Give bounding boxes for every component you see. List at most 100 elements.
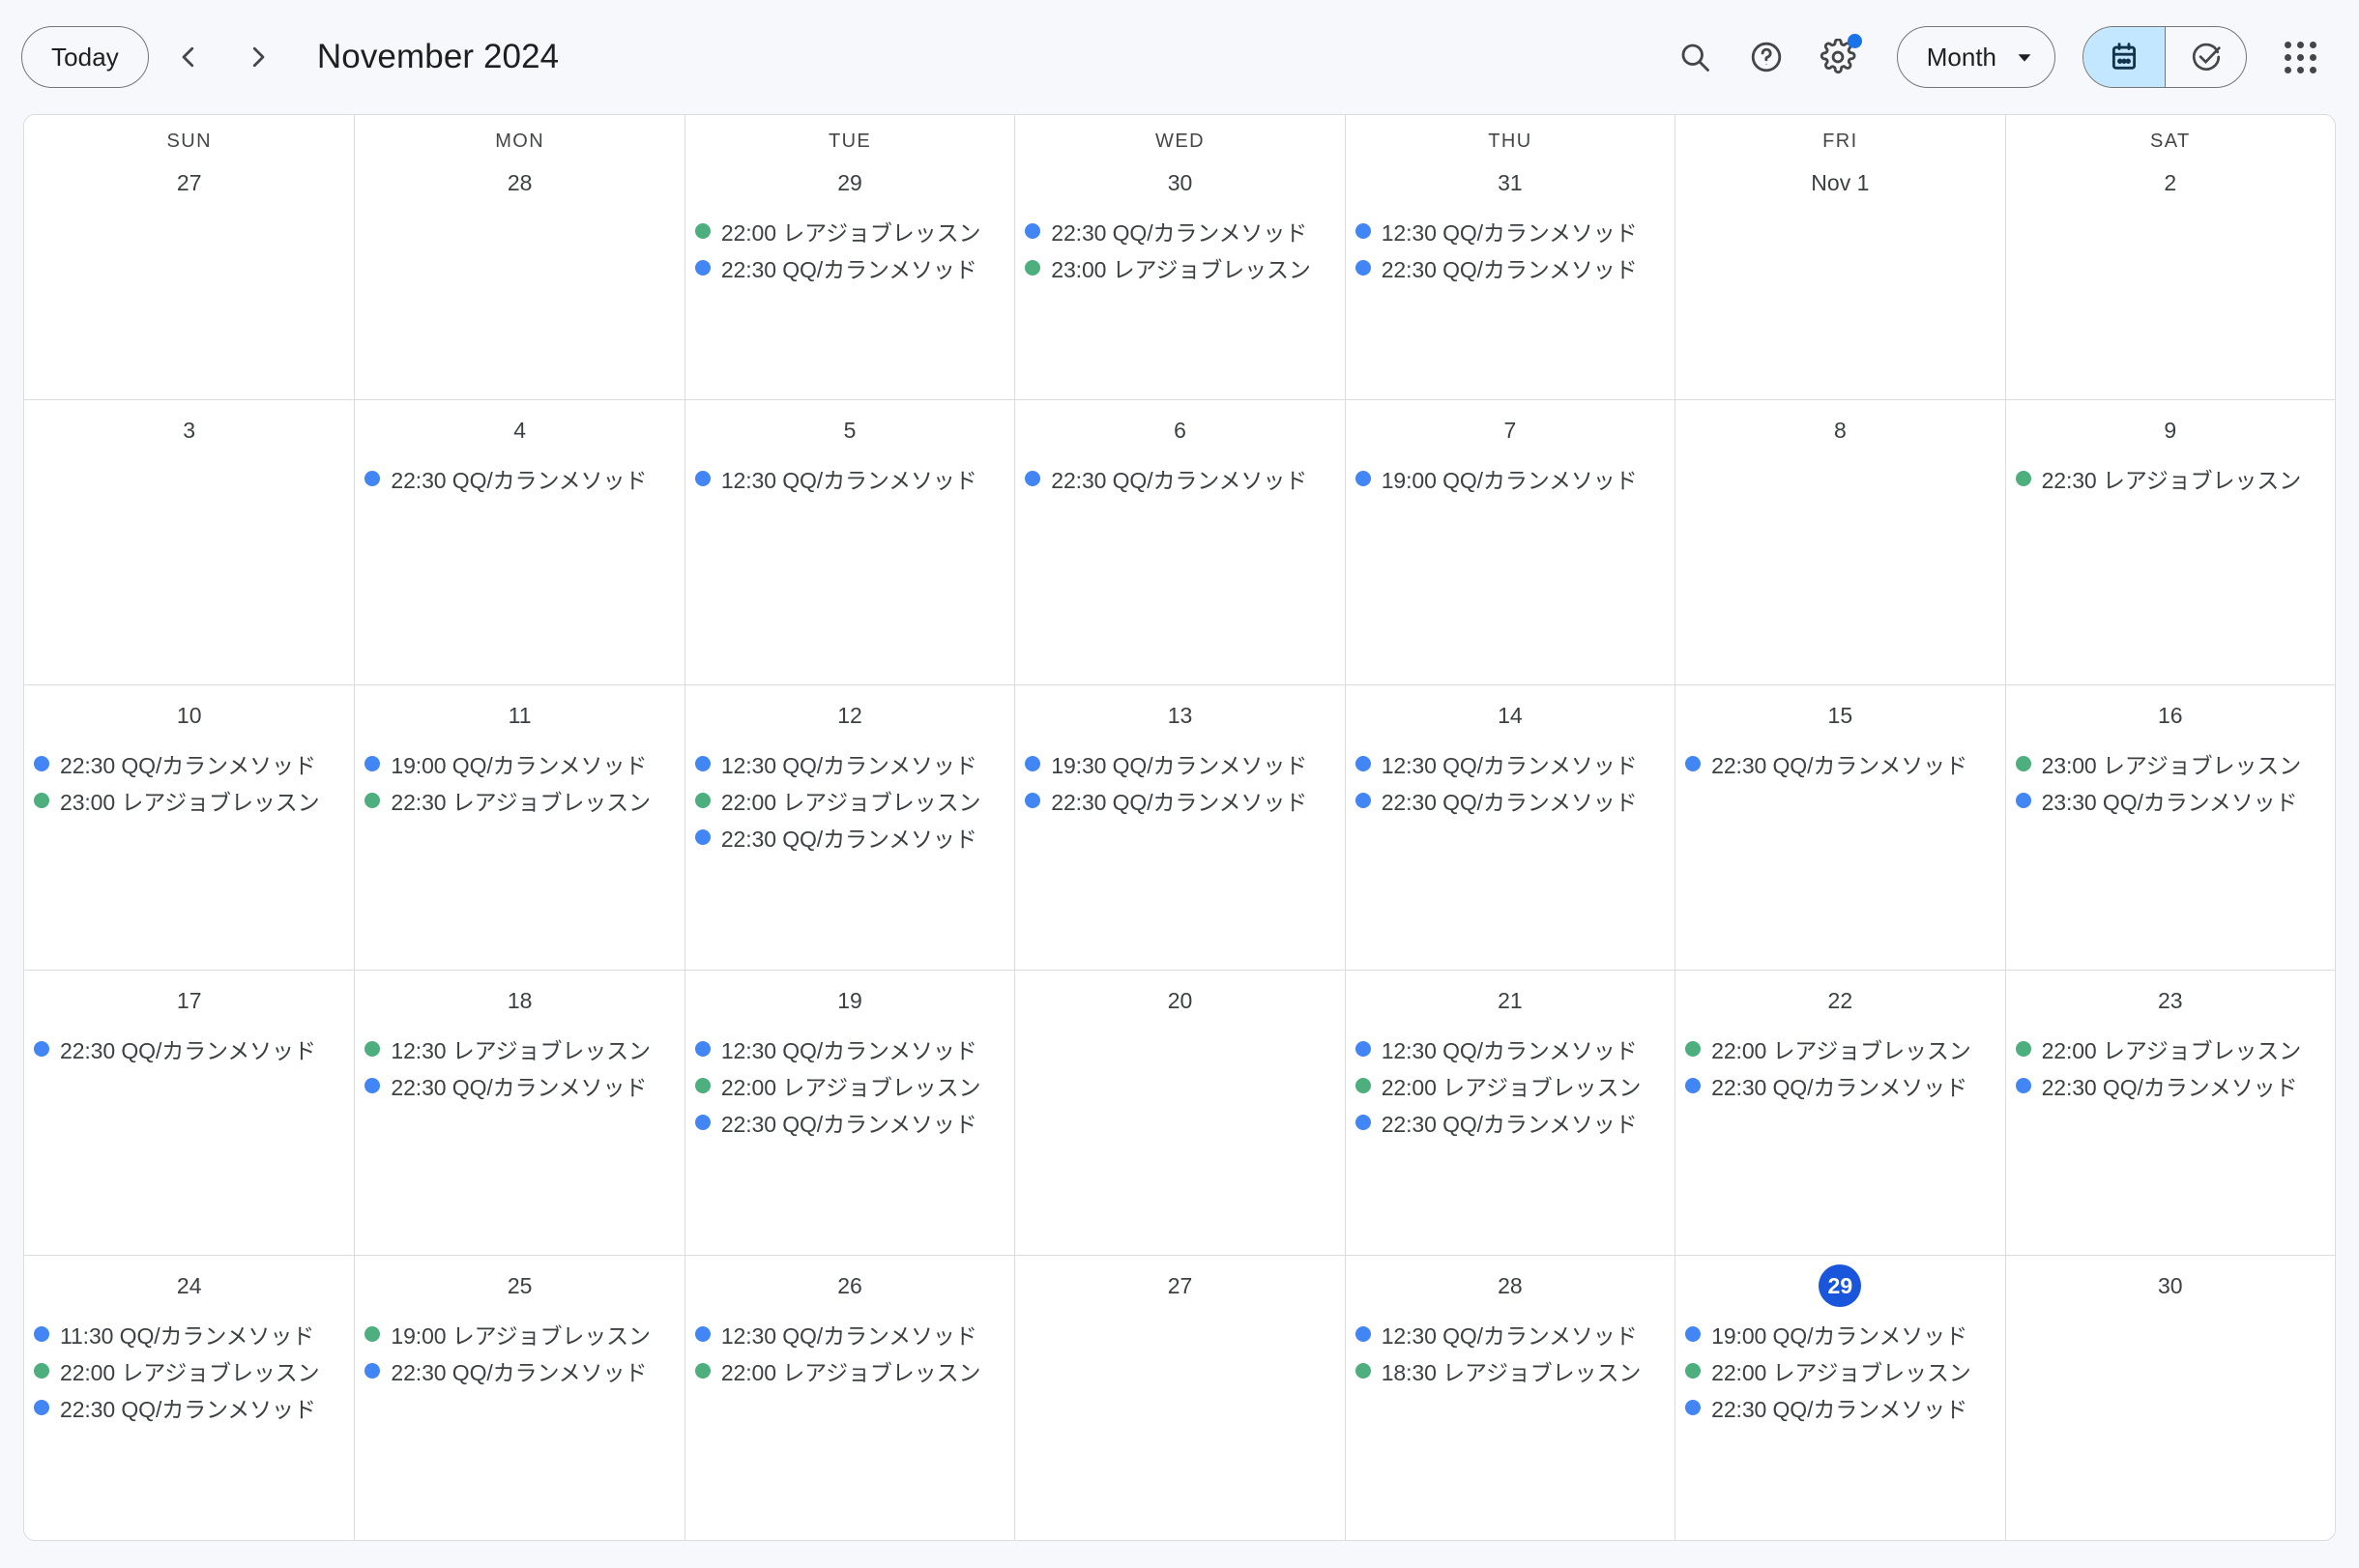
date-number[interactable]: 15 bbox=[1819, 694, 1861, 737]
google-apps-button[interactable] bbox=[2268, 25, 2332, 89]
day-cell[interactable]: 3 bbox=[24, 400, 354, 684]
day-cell[interactable]: THU 31 12:30 QQ/カランメソッド 22:30 QQ/カランメソッド bbox=[1344, 115, 1675, 399]
date-number[interactable]: 21 bbox=[1489, 979, 1531, 1022]
date-number[interactable]: 13 bbox=[1158, 694, 1201, 737]
day-cell[interactable]: 4 22:30 QQ/カランメソッド bbox=[354, 400, 684, 684]
calendar-event[interactable]: 22:00 レアジョブレッスン bbox=[689, 213, 1010, 249]
day-cell[interactable]: SUN 27 bbox=[24, 115, 354, 399]
date-number[interactable]: 27 bbox=[1158, 1264, 1201, 1307]
day-cell[interactable]: 24 11:30 QQ/カランメソッド 22:00 レアジョブレッスン 22:30 Q… bbox=[24, 1256, 354, 1540]
day-cell[interactable]: 7 19:00 QQ/カランメソッド bbox=[1344, 400, 1675, 684]
calendar-mode-button[interactable] bbox=[2083, 27, 2165, 87]
date-number[interactable]: 19 bbox=[829, 979, 871, 1022]
calendar-event[interactable]: 12:30 QQ/カランメソッド bbox=[689, 1031, 1010, 1067]
calendar-event[interactable]: 22:00 レアジョブレッスン bbox=[689, 1067, 1010, 1104]
date-number[interactable]: 30 bbox=[2149, 1264, 2192, 1307]
calendar-event[interactable]: 23:00 レアジョブレッスン bbox=[1019, 249, 1340, 286]
date-number[interactable]: 8 bbox=[1819, 409, 1861, 451]
date-number[interactable]: 6 bbox=[1158, 409, 1201, 451]
date-number[interactable]: 10 bbox=[168, 694, 211, 737]
day-cell[interactable]: 26 12:30 QQ/カランメソッド 22:00 レアジョブレッスン bbox=[684, 1256, 1014, 1540]
calendar-event[interactable]: 22:30 QQ/カランメソッド bbox=[28, 1031, 350, 1067]
calendar-event[interactable]: 12:30 QQ/カランメソッド bbox=[689, 745, 1010, 782]
calendar-event[interactable]: 19:00 QQ/カランメソッド bbox=[359, 745, 680, 782]
day-cell[interactable]: 12 12:30 QQ/カランメソッド 22:00 レアジョブレッスン 22:30 Q… bbox=[684, 685, 1014, 970]
calendar-event[interactable]: 22:00 レアジョブレッスン bbox=[689, 1352, 1010, 1389]
date-number[interactable]: 2 bbox=[2149, 161, 2192, 204]
calendar-event[interactable]: 22:30 QQ/カランメソッド bbox=[1019, 460, 1340, 497]
calendar-event[interactable]: 19:30 QQ/カランメソッド bbox=[1019, 745, 1340, 782]
date-number[interactable]: 28 bbox=[499, 161, 541, 204]
calendar-event[interactable]: 22:30 QQ/カランメソッド bbox=[689, 819, 1010, 856]
today-button[interactable]: Today bbox=[21, 26, 149, 88]
day-cell[interactable]: 21 12:30 QQ/カランメソッド 22:00 レアジョブレッスン 22:30 Q… bbox=[1344, 971, 1675, 1255]
date-number[interactable]: 7 bbox=[1489, 409, 1531, 451]
calendar-event[interactable]: 19:00 QQ/カランメソッド bbox=[1679, 1316, 2000, 1352]
help-button[interactable] bbox=[1734, 25, 1798, 89]
calendar-event[interactable]: 22:00 レアジョブレッスン bbox=[1679, 1352, 2000, 1389]
calendar-event[interactable]: 22:30 QQ/カランメソッド bbox=[1019, 213, 1340, 249]
calendar-event[interactable]: 22:00 レアジョブレッスン bbox=[1350, 1067, 1671, 1104]
day-cell[interactable]: 13 19:30 QQ/カランメソッド 22:30 QQ/カランメソッド bbox=[1014, 685, 1344, 970]
calendar-event[interactable]: 22:30 QQ/カランメソッド bbox=[28, 1389, 350, 1426]
calendar-event[interactable]: 22:30 QQ/カランメソッド bbox=[1350, 782, 1671, 819]
date-number[interactable]: 23 bbox=[2149, 979, 2192, 1022]
day-cell[interactable]: 14 12:30 QQ/カランメソッド 22:30 QQ/カランメソッド bbox=[1344, 685, 1675, 970]
date-number[interactable]: 28 bbox=[1489, 1264, 1531, 1307]
day-cell[interactable]: 17 22:30 QQ/カランメソッド bbox=[24, 971, 354, 1255]
day-cell[interactable]: 16 23:00 レアジョブレッスン 23:30 QQ/カランメソッド bbox=[2004, 685, 2335, 970]
calendar-event[interactable]: 23:00 レアジョブレッスン bbox=[2010, 745, 2331, 782]
calendar-event[interactable]: 23:30 QQ/カランメソッド bbox=[2010, 782, 2331, 819]
calendar-event[interactable]: 22:30 QQ/カランメソッド bbox=[359, 1352, 680, 1389]
date-number[interactable]: 26 bbox=[829, 1264, 871, 1307]
tasks-mode-button[interactable] bbox=[2165, 27, 2246, 87]
day-cell[interactable]: TUE 29 22:00 レアジョブレッスン 22:30 QQ/カランメソッド bbox=[684, 115, 1014, 399]
calendar-event[interactable]: 22:30 QQ/カランメソッド bbox=[689, 1104, 1010, 1141]
day-cell[interactable]: 23 22:00 レアジョブレッスン 22:30 QQ/カランメソッド bbox=[2004, 971, 2335, 1255]
day-cell[interactable]: 28 12:30 QQ/カランメソッド 18:30 レアジョブレッスン bbox=[1344, 1256, 1675, 1540]
date-number[interactable]: 27 bbox=[168, 161, 211, 204]
day-cell[interactable]: 10 22:30 QQ/カランメソッド 23:00 レアジョブレッスン bbox=[24, 685, 354, 970]
calendar-event[interactable]: 22:00 レアジョブレッスン bbox=[28, 1352, 350, 1389]
date-number[interactable]: 29 bbox=[829, 161, 871, 204]
calendar-event[interactable]: 22:30 レアジョブレッスン bbox=[2010, 460, 2331, 497]
search-button[interactable] bbox=[1663, 25, 1727, 89]
date-number[interactable]: 31 bbox=[1489, 161, 1531, 204]
date-number[interactable]: 11 bbox=[499, 694, 541, 737]
calendar-event[interactable]: 22:30 QQ/カランメソッド bbox=[689, 249, 1010, 286]
calendar-event[interactable]: 11:30 QQ/カランメソッド bbox=[28, 1316, 350, 1352]
day-cell[interactable]: SAT 2 bbox=[2004, 115, 2335, 399]
day-cell[interactable]: 15 22:30 QQ/カランメソッド bbox=[1675, 685, 2004, 970]
calendar-event[interactable]: 12:30 QQ/カランメソッド bbox=[689, 1316, 1010, 1352]
date-number[interactable]: 5 bbox=[829, 409, 871, 451]
calendar-event[interactable]: 22:30 QQ/カランメソッド bbox=[1679, 1067, 2000, 1104]
day-cell[interactable]: FRI Nov 1 bbox=[1675, 115, 2004, 399]
previous-month-button[interactable] bbox=[159, 27, 218, 87]
day-cell[interactable]: 8 bbox=[1675, 400, 2004, 684]
day-cell[interactable]: WED 30 22:30 QQ/カランメソッド 23:00 レアジョブレッスン bbox=[1014, 115, 1344, 399]
calendar-event[interactable]: 18:30 レアジョブレッスン bbox=[1350, 1352, 1671, 1389]
day-cell[interactable]: 27 bbox=[1014, 1256, 1344, 1540]
date-number[interactable]: 3 bbox=[168, 409, 211, 451]
date-number[interactable]: Nov 1 bbox=[1803, 161, 1877, 204]
date-number[interactable]: 18 bbox=[499, 979, 541, 1022]
date-number[interactable]: 12 bbox=[829, 694, 871, 737]
calendar-event[interactable]: 19:00 QQ/カランメソッド bbox=[1350, 460, 1671, 497]
date-number[interactable]: 16 bbox=[2149, 694, 2192, 737]
settings-button[interactable] bbox=[1806, 25, 1870, 89]
day-cell[interactable]: 22 22:00 レアジョブレッスン 22:30 QQ/カランメソッド bbox=[1675, 971, 2004, 1255]
calendar-event[interactable]: 22:30 QQ/カランメソッド bbox=[1679, 1389, 2000, 1426]
calendar-event[interactable]: 12:30 QQ/カランメソッド bbox=[1350, 213, 1671, 249]
calendar-event[interactable]: 23:00 レアジョブレッスン bbox=[28, 782, 350, 819]
day-cell[interactable]: 6 22:30 QQ/カランメソッド bbox=[1014, 400, 1344, 684]
day-cell[interactable]: 30 bbox=[2004, 1256, 2335, 1540]
calendar-event[interactable]: 22:00 レアジョブレッスン bbox=[689, 782, 1010, 819]
next-month-button[interactable] bbox=[228, 27, 288, 87]
calendar-event[interactable]: 22:00 レアジョブレッスン bbox=[2010, 1031, 2331, 1067]
day-cell[interactable]: 20 bbox=[1014, 971, 1344, 1255]
day-cell[interactable]: 25 19:00 レアジョブレッスン 22:30 QQ/カランメソッド bbox=[354, 1256, 684, 1540]
day-cell[interactable]: MON 28 bbox=[354, 115, 684, 399]
day-cell[interactable]: 19 12:30 QQ/カランメソッド 22:00 レアジョブレッスン 22:30 Q… bbox=[684, 971, 1014, 1255]
day-cell[interactable]: 11 19:00 QQ/カランメソッド 22:30 レアジョブレッスン bbox=[354, 685, 684, 970]
date-number-today[interactable]: 29 bbox=[1819, 1264, 1862, 1307]
